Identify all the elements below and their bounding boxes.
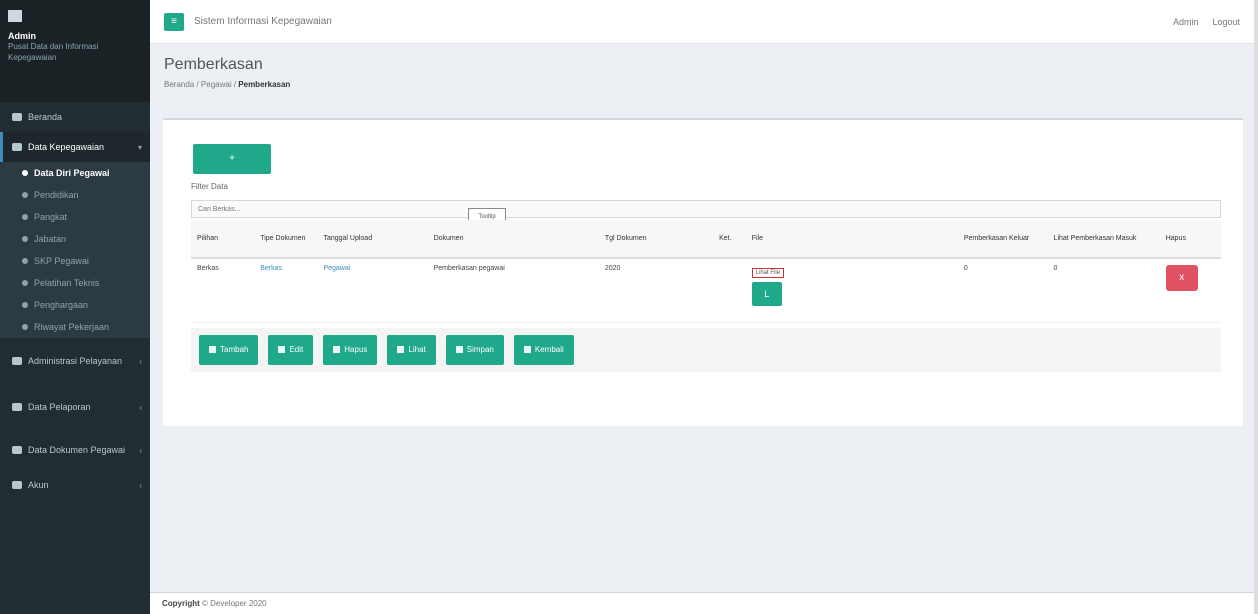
sidebar-item-data-diri[interactable]: Data Diri Pegawai <box>0 162 150 184</box>
action-edit-button[interactable]: Edit <box>268 335 314 365</box>
user-icon <box>12 481 22 489</box>
save-icon <box>455 346 463 354</box>
sidebar-item-riwayat[interactable]: Riwayat Pekerjaan <box>0 316 150 338</box>
col-tipe[interactable]: Tipe Dokumen <box>254 220 318 259</box>
home-icon <box>12 113 22 121</box>
col-tanggal[interactable]: Tanggal Upload <box>317 220 428 259</box>
sidebar-item-pendidikan[interactable]: Pendidikan <box>0 184 150 206</box>
chevron-left-icon: ‹ <box>139 356 142 366</box>
breadcrumb: Beranda / Pegawai / Pemberkasan <box>164 80 291 89</box>
users-icon <box>12 403 22 411</box>
tanggal-link[interactable]: Pegawai <box>323 265 350 272</box>
cell-tipe: Berkas <box>254 258 318 323</box>
sidebar-item-dokumen[interactable]: Data Dokumen Pegawai ‹ <box>0 430 150 470</box>
user-name: Admin <box>8 31 36 41</box>
file-name[interactable]: Lihat File <box>751 268 785 278</box>
chevron-down-icon: ▾ <box>137 142 142 152</box>
cell-tgl: 2020 <box>598 258 714 323</box>
col-masuk[interactable]: Lihat Pemberkasan Masuk <box>1047 220 1160 259</box>
cell-masuk: 0 <box>1047 258 1160 323</box>
sidebar-item-administrasi[interactable]: Administrasi Pelayanan ‹ <box>0 338 150 384</box>
breadcrumb-pegawai[interactable]: Pegawai <box>201 80 232 89</box>
top-right-menu: Admin Logout <box>1173 17 1240 27</box>
user-panel: Admin Pusat Data dan Informasi Kepegawai… <box>0 0 150 88</box>
action-lihat-button[interactable]: Lihat <box>387 335 436 365</box>
table-row: Berkas Berkas Pegawai Pemberkasan pegawa… <box>191 258 1221 323</box>
user-menu[interactable]: Admin <box>1173 17 1199 27</box>
edit-icon <box>278 346 286 354</box>
col-keluar[interactable]: Pemberkasan Keluar <box>957 220 1048 259</box>
footer: Copyright © Developer 2020 <box>150 592 1254 614</box>
logout-link[interactable]: Logout <box>1212 17 1240 27</box>
chevron-left-icon: ‹ <box>139 480 142 490</box>
circle-icon <box>22 324 28 330</box>
cell-keluar: 0 <box>957 258 1048 323</box>
file-view-button[interactable]: L <box>751 282 782 306</box>
eye-icon <box>397 346 405 354</box>
user-subtitle: Pusat Data dan Informasi Kepegawaian <box>8 42 99 62</box>
app-title: Sistem Informasi Kepegawaian <box>194 16 332 27</box>
sidebar-item-jabatan[interactable]: Jabatan <box>0 228 150 250</box>
folder-icon <box>12 357 22 365</box>
cell-ket <box>713 258 746 323</box>
col-ket[interactable]: Ket. <box>713 220 746 259</box>
back-icon <box>523 346 531 354</box>
sidebar: Admin Pusat Data dan Informasi Kepegawai… <box>0 0 150 614</box>
file-icon <box>12 446 22 454</box>
col-dokumen[interactable]: Dokumen <box>427 220 599 259</box>
avatar <box>8 10 22 22</box>
sidebar-item-skp[interactable]: SKP Pegawai <box>0 250 150 272</box>
cell-dokumen: Pemberkasan pegawai <box>427 258 599 323</box>
content-box: + Filter Data Tooltip Pilihan Tipe Dokum… <box>163 118 1243 426</box>
circle-icon <box>22 170 28 176</box>
sidebar-item-pelatihan[interactable]: Pelatihan Teknis <box>0 272 150 294</box>
table-header-row: Pilihan Tipe Dokumen Tanggal Upload Doku… <box>191 220 1221 259</box>
circle-icon <box>22 214 28 220</box>
circle-icon <box>22 258 28 264</box>
cell-pilihan: Berkas <box>191 258 255 323</box>
footer-label: Copyright <box>162 599 200 608</box>
content-header: Pemberkasan Beranda / Pegawai / Pemberka… <box>150 44 1254 104</box>
circle-icon <box>22 280 28 286</box>
sidebar-item-data-kepegawaian[interactable]: Data Kepegawaian ▾ <box>0 132 150 162</box>
sidebar-item-pangkat[interactable]: Pangkat <box>0 206 150 228</box>
circle-icon <box>22 192 28 198</box>
top-navbar: ≡ Sistem Informasi Kepegawaian Admin Log… <box>150 0 1254 44</box>
action-kembali-button[interactable]: Kembali <box>513 335 574 365</box>
breadcrumb-current: Pemberkasan <box>238 80 291 89</box>
action-simpan-button[interactable]: Simpan <box>445 335 504 365</box>
action-tambah-button[interactable]: Tambah <box>199 335 259 365</box>
col-tgl-dokumen[interactable]: Tgl Dokumen <box>598 220 714 259</box>
action-bar: Tambah Edit Hapus Lihat Simpan Kembali <box>191 328 1221 372</box>
chevron-left-icon: ‹ <box>139 402 142 412</box>
sidebar-separator <box>0 88 150 102</box>
footer-text: © Developer 2020 <box>202 599 267 608</box>
delete-button[interactable]: x <box>1165 265 1198 291</box>
circle-icon <box>22 302 28 308</box>
circle-icon <box>22 236 28 242</box>
cell-hapus: x <box>1159 258 1221 323</box>
col-pilihan[interactable]: Pilihan <box>191 220 255 259</box>
add-button[interactable]: + <box>193 144 271 174</box>
action-hapus-button[interactable]: Hapus <box>323 335 378 365</box>
sidebar-item-pelaporan[interactable]: Data Pelaporan ‹ <box>0 384 150 430</box>
chevron-left-icon: ‹ <box>139 445 142 455</box>
cell-file: Lihat File L <box>745 258 958 323</box>
breadcrumb-home[interactable]: Beranda <box>164 80 194 89</box>
filter-label: Filter Data <box>191 182 228 191</box>
users-icon <box>12 143 22 151</box>
filter-input[interactable] <box>191 200 1221 218</box>
documents-table: Pilihan Tipe Dokumen Tanggal Upload Doku… <box>191 220 1221 323</box>
cell-tanggal: Pegawai <box>317 258 428 323</box>
sidebar-item-akun[interactable]: Akun ‹ <box>0 470 150 500</box>
sidebar-item-penghargaan[interactable]: Penghargaan <box>0 294 150 316</box>
trash-icon <box>333 346 341 354</box>
col-file[interactable]: File <box>745 220 958 259</box>
plus-icon <box>209 346 216 354</box>
col-hapus[interactable]: Hapus <box>1159 220 1221 259</box>
menu-toggle-icon[interactable]: ≡ <box>164 12 184 31</box>
tipe-link[interactable]: Berkas <box>260 265 282 272</box>
page-title: Pemberkasan <box>164 56 263 73</box>
sidebar-item-beranda[interactable]: Beranda <box>0 102 150 132</box>
